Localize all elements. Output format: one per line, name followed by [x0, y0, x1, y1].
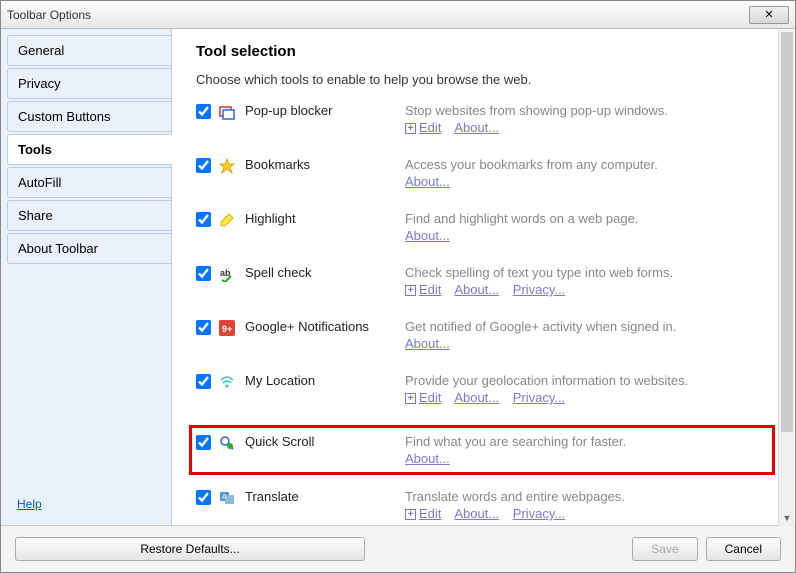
content-subtitle: Choose which tools to enable to help you… — [196, 72, 775, 87]
about-link[interactable]: About... — [454, 390, 499, 405]
tool-desc: Provide your geolocation information to … — [405, 373, 688, 388]
scrollbar[interactable]: ▼ — [778, 30, 794, 526]
expand-icon[interactable]: + — [405, 123, 416, 134]
checkbox-translate[interactable] — [196, 490, 211, 505]
about-link[interactable]: About... — [405, 228, 450, 243]
tab-share[interactable]: Share — [7, 200, 171, 231]
edit-link[interactable]: Edit — [419, 506, 441, 521]
translate-icon: A — [219, 490, 235, 506]
footer: Restore Defaults... Save Cancel — [1, 526, 795, 572]
tool-desc: Find and highlight words on a web page. — [405, 211, 638, 226]
tool-desc: Stop websites from showing pop-up window… — [405, 103, 668, 118]
sidebar: General Privacy Custom Buttons Tools Aut… — [1, 29, 171, 525]
content-heading: Tool selection — [196, 43, 775, 60]
tab-custom-buttons[interactable]: Custom Buttons — [7, 101, 171, 132]
tool-desc: Translate words and entire webpages. — [405, 489, 625, 504]
checkbox-mylocation[interactable] — [196, 374, 211, 389]
highlighter-icon — [219, 212, 235, 228]
expand-icon[interactable]: + — [405, 285, 416, 296]
window: Toolbar Options ✕ General Privacy Custom… — [0, 0, 796, 573]
scroll-down-icon[interactable]: ▼ — [779, 510, 795, 526]
tool-name: My Location — [245, 373, 405, 388]
tool-desc: Get notified of Google+ activity when si… — [405, 319, 676, 334]
wifi-icon — [219, 374, 235, 390]
tool-name: Spell check — [245, 265, 405, 280]
scroll-thumb[interactable] — [781, 32, 793, 432]
tool-name: Highlight — [245, 211, 405, 226]
tool-row-highlight: Highlight Find and highlight words on a … — [196, 209, 775, 245]
expand-icon[interactable]: + — [405, 509, 416, 520]
privacy-link[interactable]: Privacy... — [513, 282, 566, 297]
about-link[interactable]: About... — [454, 120, 499, 135]
tool-name: Translate — [245, 489, 405, 504]
tool-desc: Find what you are searching for faster. — [405, 434, 626, 449]
expand-icon[interactable]: + — [405, 393, 416, 404]
privacy-link[interactable]: Privacy... — [513, 506, 566, 521]
tool-desc: Check spelling of text you type into web… — [405, 265, 673, 280]
about-link[interactable]: About... — [405, 336, 450, 351]
titlebar: Toolbar Options ✕ — [1, 1, 795, 29]
edit-link[interactable]: Edit — [419, 120, 441, 135]
tool-row-quickscroll: Quick Scroll Find what you are searching… — [189, 425, 775, 475]
tool-row-mylocation: My Location Provide your geolocation inf… — [196, 371, 775, 407]
tool-name: Quick Scroll — [245, 434, 405, 449]
tool-name: Bookmarks — [245, 157, 405, 172]
star-icon — [219, 158, 235, 174]
tool-row-googleplus: 9+ Google+ Notifications Get notified of… — [196, 317, 775, 353]
checkbox-quickscroll[interactable] — [196, 435, 211, 450]
window-title: Toolbar Options — [7, 8, 91, 22]
about-link[interactable]: About... — [454, 506, 499, 521]
tab-about-toolbar[interactable]: About Toolbar — [7, 233, 171, 264]
close-button[interactable]: ✕ — [749, 6, 789, 24]
edit-link[interactable]: Edit — [419, 282, 441, 297]
checkbox-googleplus[interactable] — [196, 320, 211, 335]
restore-defaults-button[interactable]: Restore Defaults... — [15, 537, 365, 561]
checkbox-spellcheck[interactable] — [196, 266, 211, 281]
tab-general[interactable]: General — [7, 35, 171, 66]
tool-row-popup: Pop-up blocker Stop websites from showin… — [196, 101, 775, 137]
tool-row-translate: A Translate Translate words and entire w… — [196, 487, 775, 523]
checkbox-popup[interactable] — [196, 104, 211, 119]
content-panel: Tool selection Choose which tools to ena… — [171, 29, 795, 525]
help-link[interactable]: Help — [7, 489, 171, 519]
tool-desc: Access your bookmarks from any computer. — [405, 157, 658, 172]
tool-name: Google+ Notifications — [245, 319, 405, 334]
about-link[interactable]: About... — [454, 282, 499, 297]
about-link[interactable]: About... — [405, 451, 450, 466]
spellcheck-icon: ab — [219, 266, 235, 282]
googleplus-icon: 9+ — [219, 320, 235, 336]
edit-link[interactable]: Edit — [419, 390, 441, 405]
tab-autofill[interactable]: AutoFill — [7, 167, 171, 198]
quickscroll-icon — [219, 435, 235, 451]
svg-text:9+: 9+ — [222, 324, 232, 334]
tool-row-bookmarks: Bookmarks Access your bookmarks from any… — [196, 155, 775, 191]
tab-privacy[interactable]: Privacy — [7, 68, 171, 99]
about-link[interactable]: About... — [405, 174, 450, 189]
tab-tools[interactable]: Tools — [7, 134, 172, 165]
save-button[interactable]: Save — [632, 537, 697, 561]
privacy-link[interactable]: Privacy... — [513, 390, 566, 405]
svg-text:A: A — [222, 494, 227, 501]
cancel-button[interactable]: Cancel — [706, 537, 781, 561]
popup-blocker-icon — [219, 104, 235, 120]
tool-name: Pop-up blocker — [245, 103, 405, 118]
tool-row-spellcheck: ab Spell check Check spelling of text yo… — [196, 263, 775, 299]
checkbox-bookmarks[interactable] — [196, 158, 211, 173]
checkbox-highlight[interactable] — [196, 212, 211, 227]
